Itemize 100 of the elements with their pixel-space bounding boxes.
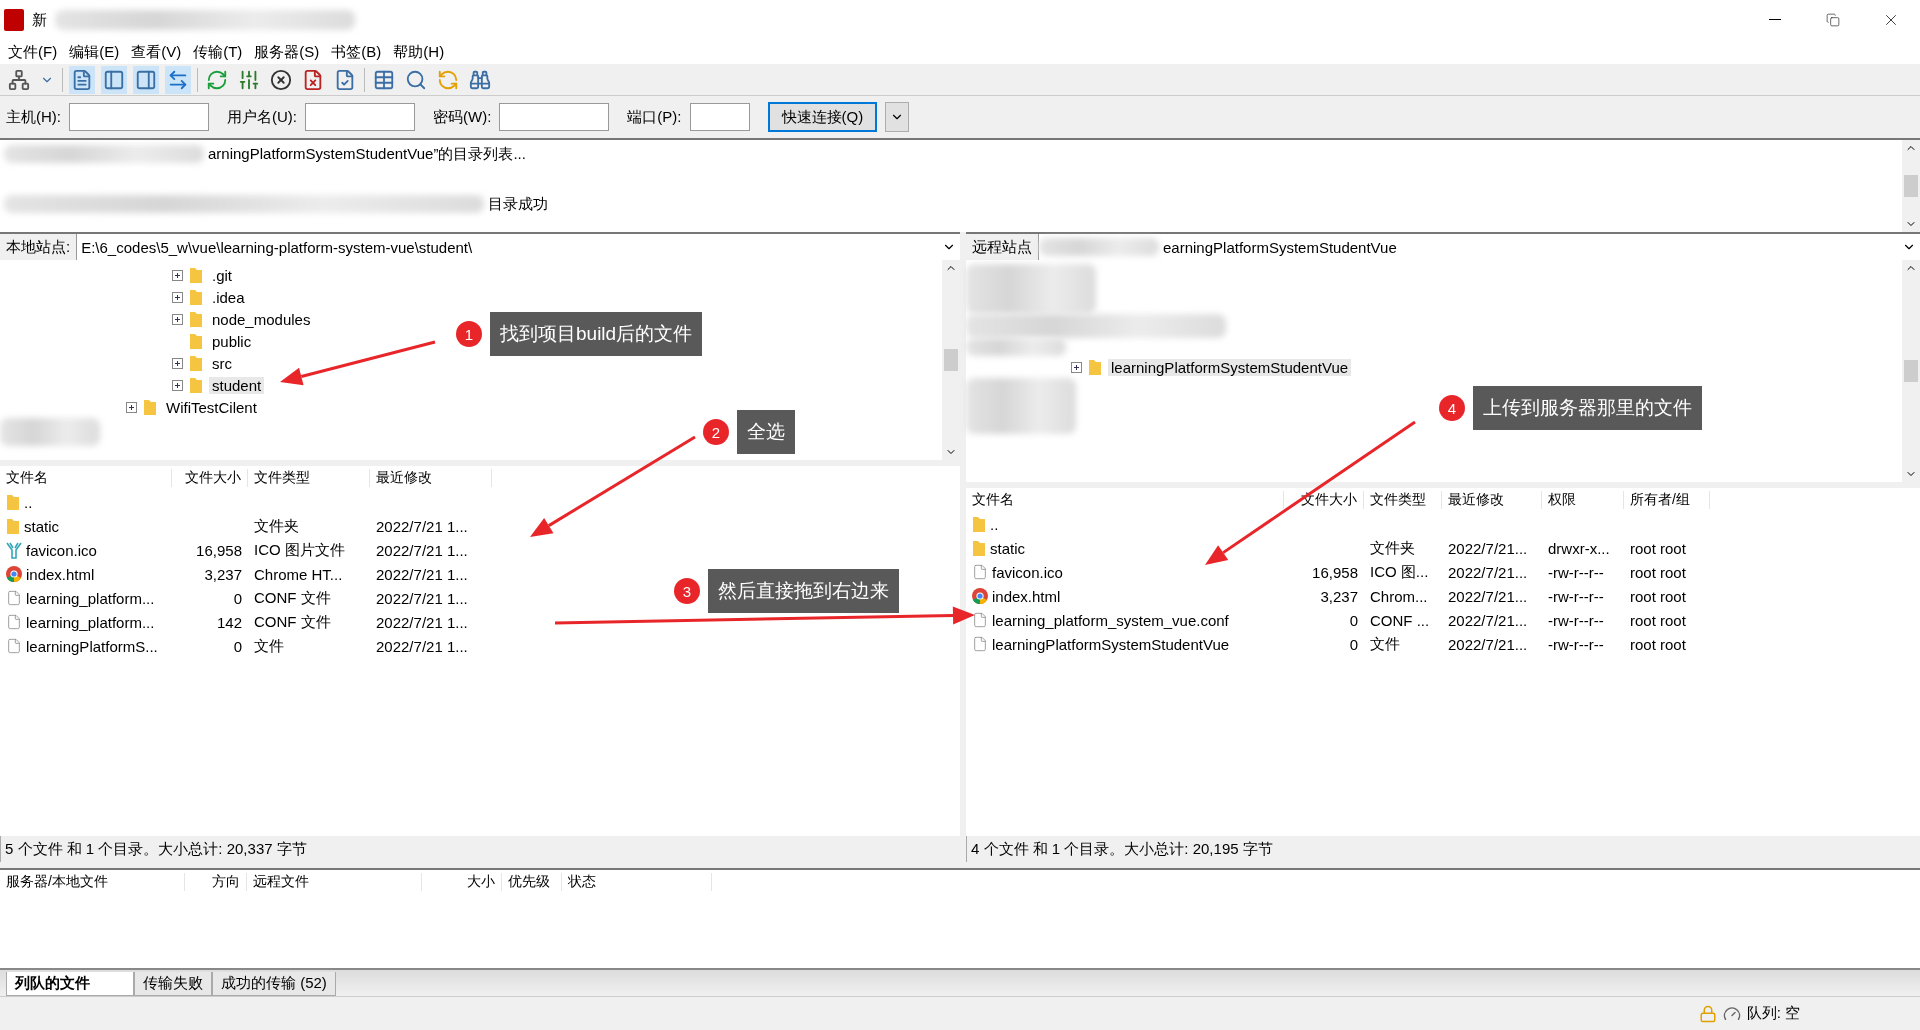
column-header[interactable]: 状态 (562, 873, 712, 891)
column-header[interactable]: 优先级 (502, 873, 562, 891)
table-cell-text: 2022/7/21 1... (375, 637, 469, 655)
menu-item[interactable]: 编辑(E) (65, 42, 128, 62)
dropdown-button[interactable] (885, 102, 910, 132)
file-icon (6, 590, 22, 606)
expand-icon[interactable] (172, 291, 183, 303)
file-icon (972, 612, 988, 628)
expand-icon[interactable] (172, 357, 183, 369)
file-check-icon (334, 68, 356, 91)
restore-icon (1826, 13, 1840, 27)
column-header[interactable]: 服务器/本地文件 (0, 873, 185, 891)
file-name[interactable]: learning_platform... (26, 589, 155, 607)
file-name[interactable]: learningPlatformSystemStudentVue (992, 635, 1230, 653)
file-name[interactable]: index.html (26, 565, 95, 583)
file-name[interactable]: index.html (992, 587, 1061, 605)
table-cell-text: 0 (1348, 611, 1359, 629)
file-name[interactable]: favicon.ico (992, 563, 1063, 581)
table-cell-text: drwxr-x... (1547, 539, 1611, 557)
tab[interactable]: 列队的文件 (6, 972, 134, 996)
column-header[interactable]: 文件名 (0, 469, 172, 487)
callout-label: 找到项目build后的文件 (490, 312, 703, 356)
file-name[interactable]: learning_platform... (26, 613, 155, 631)
folder-icon (189, 354, 203, 372)
tab[interactable]: 传输失败 (134, 972, 212, 996)
table-cell-text: root root (1629, 563, 1687, 581)
site-label: 本地站点: (0, 234, 78, 260)
table-cell-text: 142 (215, 613, 243, 631)
minimize-icon (1769, 19, 1781, 21)
file-name[interactable]: learningPlatformS... (26, 637, 158, 655)
file-name[interactable]: .. (990, 515, 999, 533)
file-name[interactable]: static (24, 517, 59, 535)
folder-icon (1088, 358, 1102, 376)
window-title: 新 (32, 10, 47, 30)
path-field[interactable]: earningPlatformSystemStudentVue (1159, 234, 1920, 260)
table-cell-text: root root (1629, 611, 1687, 629)
file-name[interactable]: learning_platform_system_vue.conf (992, 611, 1229, 629)
table-cell-text: ICO 图片文件 (253, 540, 346, 560)
input-field[interactable] (69, 103, 209, 131)
expand-icon[interactable] (172, 313, 183, 325)
tree-item[interactable]: learningPlatformSystemStudentVue (1108, 358, 1352, 376)
tree-item[interactable]: .git (209, 266, 235, 284)
tree-item[interactable]: WifiTestCilent (163, 398, 260, 416)
menu-item[interactable]: 传输(T) (189, 42, 251, 62)
scrollbar-thumb[interactable] (1904, 175, 1918, 197)
input-field[interactable] (689, 103, 750, 131)
column-header[interactable]: 文件名 (966, 491, 1284, 509)
column-header[interactable]: 所有者/组 (1624, 491, 1710, 509)
column-header[interactable]: 方向 (185, 873, 247, 891)
input-field[interactable] (499, 103, 610, 131)
expand-icon[interactable] (126, 401, 137, 413)
callout-label: 全选 (737, 410, 795, 454)
lock-icon (1698, 1004, 1717, 1023)
file-name[interactable]: static (990, 539, 1025, 557)
table-cell-text: 2022/7/21 1... (375, 541, 469, 559)
column-header[interactable]: 最近修改 (1442, 491, 1542, 509)
column-header[interactable]: 远程文件 (247, 873, 422, 891)
table-cell-text: -rw-r--r-- (1547, 635, 1605, 653)
expand-icon[interactable] (1071, 361, 1082, 373)
scrollbar-thumb[interactable] (944, 349, 958, 371)
cancel-icon (270, 68, 292, 91)
tree-item[interactable]: public (209, 332, 255, 350)
column-header[interactable]: 文件类型 (1364, 491, 1442, 509)
column-header[interactable]: 最近修改 (370, 469, 492, 487)
column-header[interactable]: 文件大小 (172, 469, 248, 487)
file-name[interactable]: favicon.ico (26, 541, 97, 559)
path-field[interactable]: E:\6_codes\5_w\vue\learning-platform-system-vue\student\ (77, 234, 960, 260)
log-line: 目录成功 (488, 194, 548, 214)
queue-status: 队列: 空 (1746, 1004, 1800, 1023)
menu-item[interactable]: 帮助(H) (389, 42, 453, 62)
table-cell-text: -rw-r--r-- (1547, 587, 1605, 605)
file-name[interactable]: .. (24, 493, 33, 511)
tree-item[interactable]: src (209, 354, 235, 372)
binoculars-icon (469, 68, 491, 91)
column-header[interactable]: 大小 (422, 873, 502, 891)
table-cell-text: 2022/7/21... (1447, 539, 1529, 557)
quickconnect-button[interactable]: 快速连接(Q) (767, 102, 878, 132)
column-header[interactable]: 权限 (1542, 491, 1624, 509)
column-header[interactable]: 文件类型 (248, 469, 370, 487)
menu-item[interactable]: 查看(V) (127, 42, 190, 62)
menu-item[interactable]: 文件(F) (4, 42, 66, 62)
table-cell-text: 2022/7/21... (1447, 635, 1529, 653)
tree-item[interactable]: .idea (209, 288, 248, 306)
chrome-icon (6, 566, 22, 582)
table-cell-text: 0 (232, 589, 243, 607)
file-icon (972, 564, 988, 580)
status-text: 5 个文件 和 1 个目录。大小总计: 20,337 字节 (5, 839, 307, 859)
tree-item[interactable]: student (209, 376, 265, 394)
file-icon (6, 638, 22, 654)
site-label: 远程站点 (966, 234, 1039, 260)
expand-icon[interactable] (172, 269, 183, 281)
input-field[interactable] (305, 103, 415, 131)
menu-item[interactable]: 服务器(S) (250, 42, 328, 62)
tab[interactable]: 成功的传输 (52) (212, 972, 336, 996)
expand-icon[interactable] (172, 379, 183, 391)
table-cell-text: 2022/7/21... (1447, 611, 1529, 629)
menu-item[interactable]: 书签(B) (327, 42, 390, 62)
tree-item[interactable]: node_modules (209, 310, 314, 328)
folder-icon (189, 266, 203, 284)
scrollbar-thumb[interactable] (1904, 360, 1918, 382)
